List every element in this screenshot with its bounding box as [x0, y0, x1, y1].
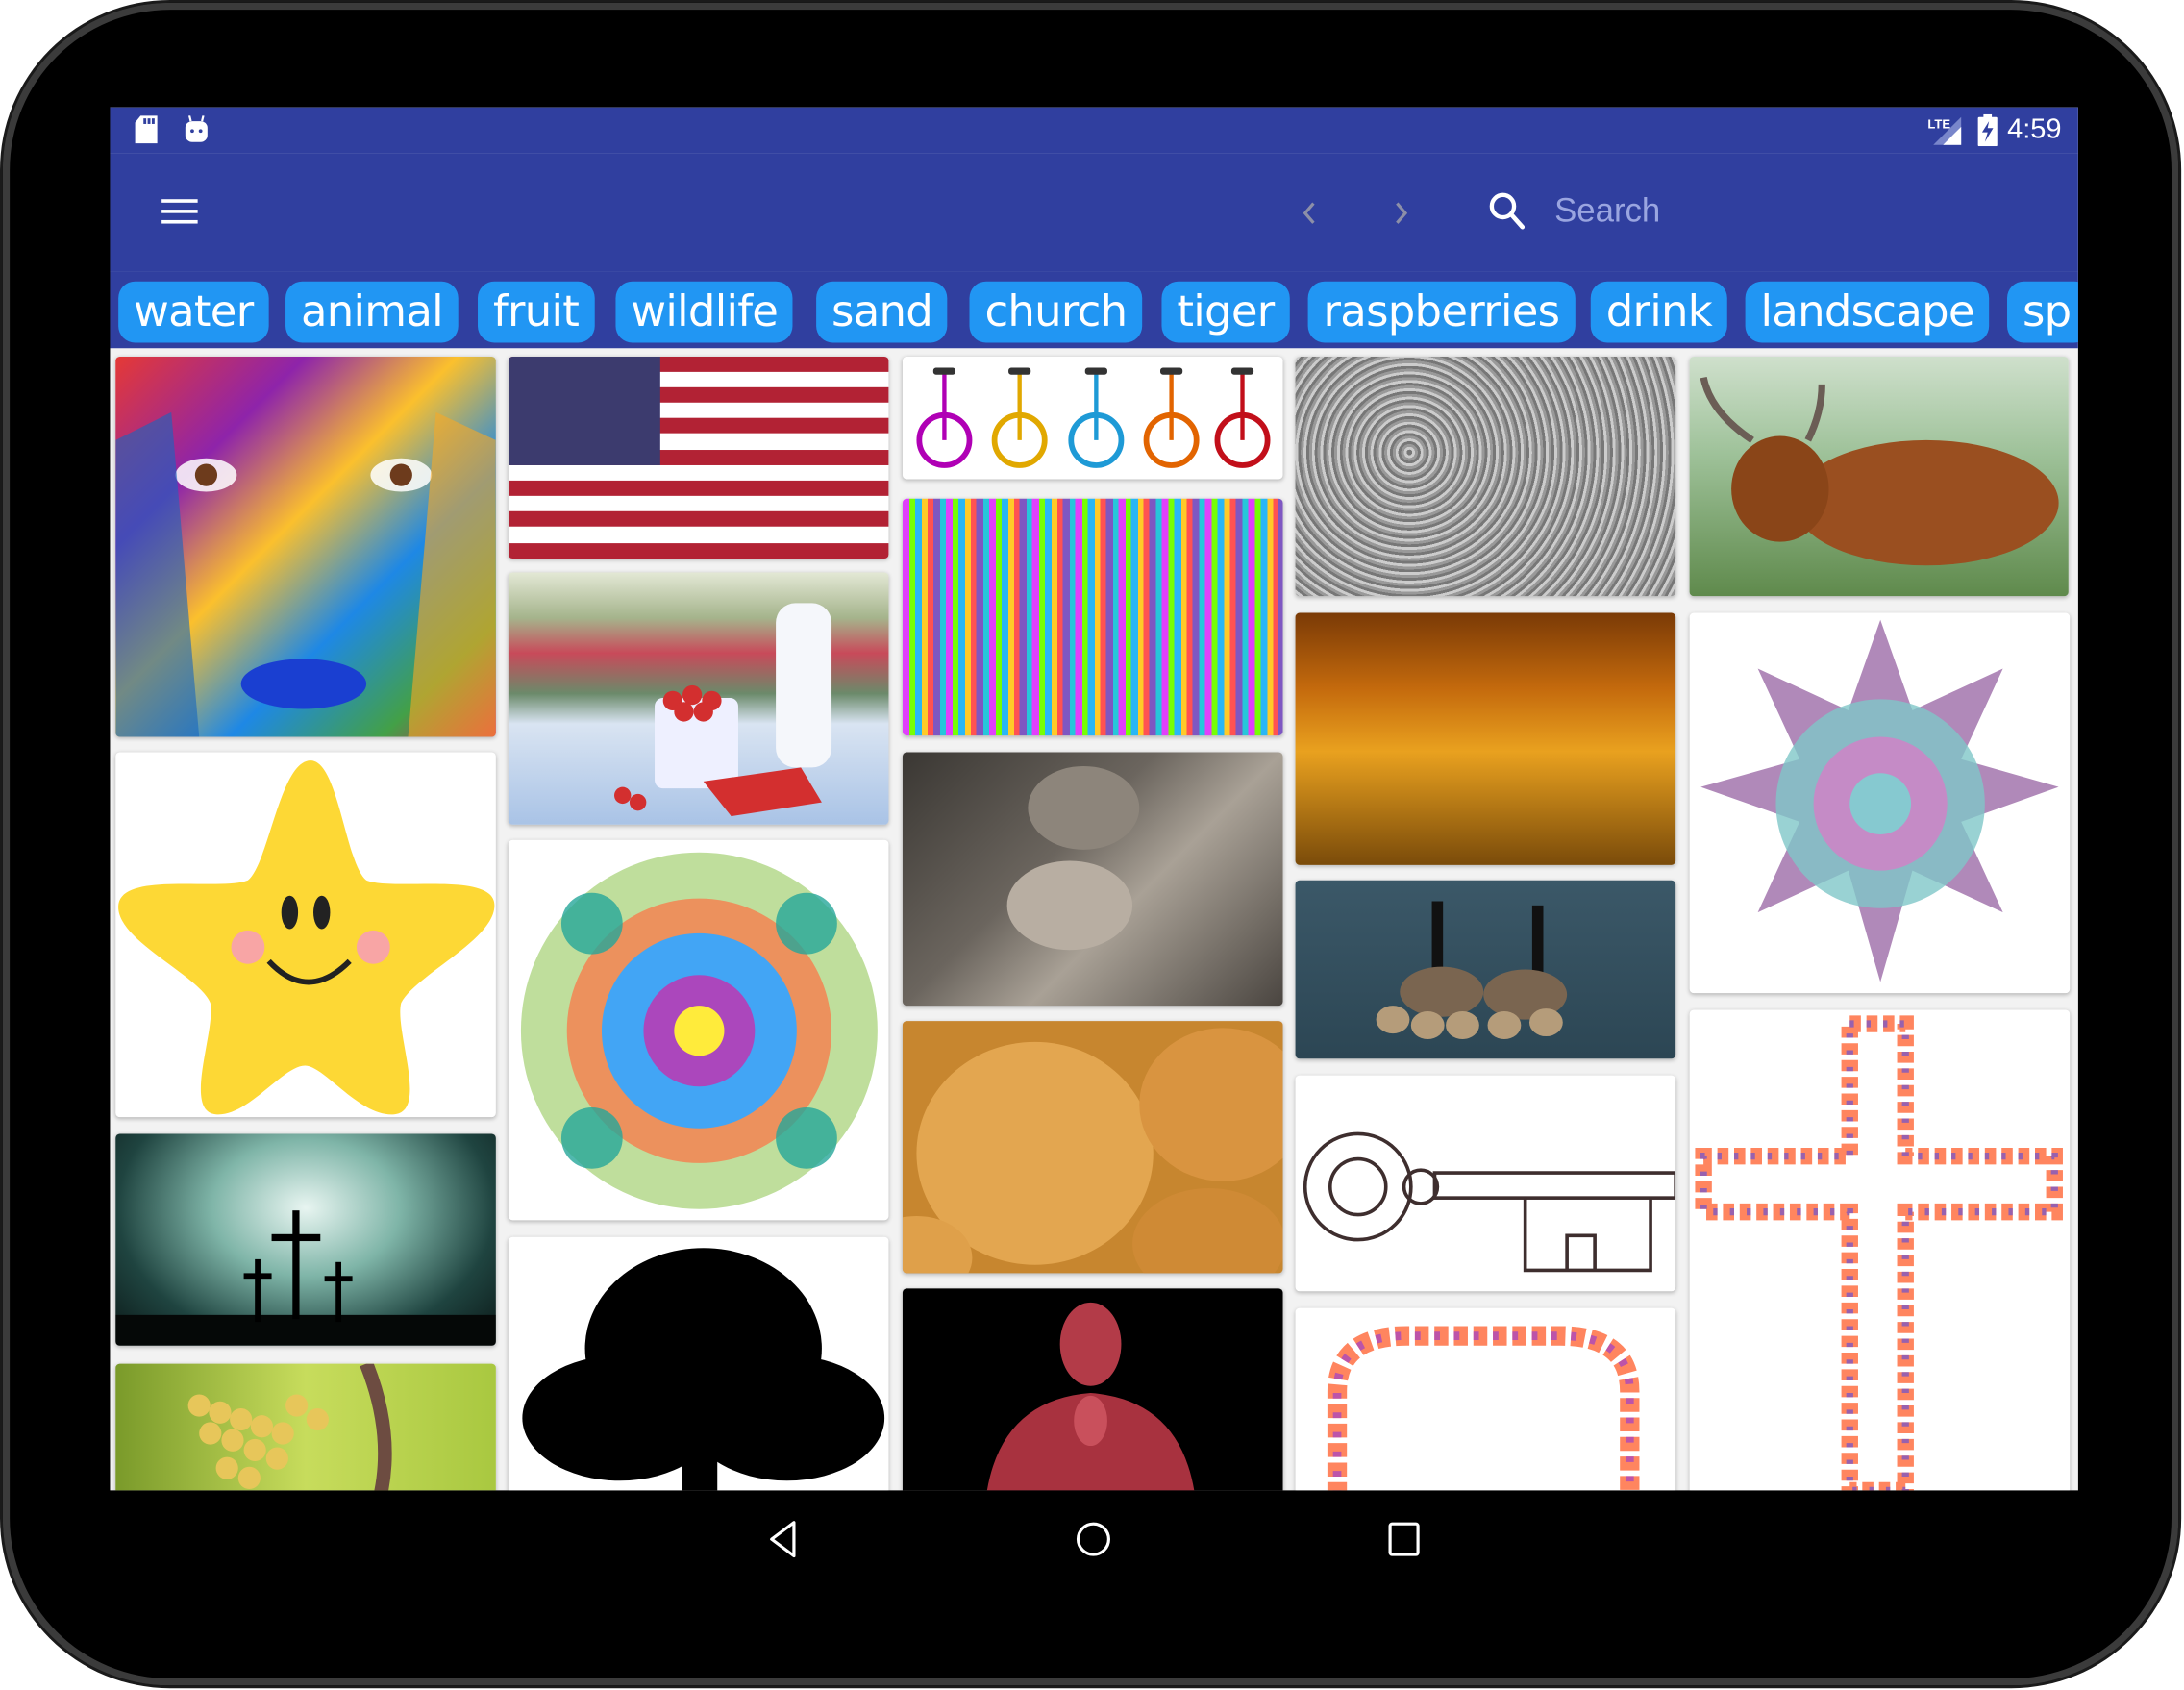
sd-card-icon: [135, 115, 158, 150]
nav-home-button[interactable]: [1057, 1510, 1129, 1569]
app-toolbar: Search: [110, 153, 2078, 272]
chip-church[interactable]: church: [969, 281, 1143, 343]
nav-recents-icon: [1388, 1522, 1420, 1556]
battery-charging-icon: [1977, 113, 1998, 154]
bread-rolls-photo[interactable]: [902, 1021, 1283, 1274]
clock: 4:59: [2007, 113, 2062, 145]
back-button[interactable]: [1288, 189, 1329, 236]
chevron-left-icon: [1303, 202, 1315, 224]
search-placeholder[interactable]: Search: [1554, 192, 1660, 232]
chip-landscape[interactable]: landscape: [1745, 281, 1990, 343]
golden-grass-photo[interactable]: [1295, 612, 1676, 865]
floral-arch-clipart[interactable]: [1295, 1307, 1676, 1491]
nav-back-icon: [770, 1521, 796, 1558]
lte-signal-icon: LTE: [1927, 115, 1964, 153]
image-grid[interactable]: [110, 351, 2077, 1491]
geese-photo[interactable]: [1295, 880, 1676, 1059]
chip-water[interactable]: water: [118, 281, 269, 343]
statue-kiss-photo[interactable]: [902, 752, 1283, 1007]
chip-drink[interactable]: drink: [1590, 281, 1727, 343]
menu-button[interactable]: [152, 184, 208, 239]
gray-texture-image[interactable]: [1295, 356, 1676, 597]
chip-animal[interactable]: animal: [285, 281, 459, 343]
unicycles-clipart[interactable]: [902, 356, 1283, 480]
chip-wildlife[interactable]: wildlife: [615, 281, 794, 343]
tree-silhouette-image[interactable]: [508, 1236, 889, 1491]
painted-face-photo[interactable]: [115, 356, 496, 737]
chip-sand[interactable]: sand: [816, 281, 949, 343]
grapes-photo[interactable]: [115, 1363, 496, 1491]
chip-tiger[interactable]: tiger: [1161, 281, 1290, 343]
chevron-right-icon: [1396, 202, 1408, 224]
three-crosses-photo[interactable]: [115, 1133, 496, 1346]
chip-partial[interactable]: sp: [2007, 281, 2078, 343]
search-icon: [1488, 191, 1527, 240]
nav-recents-button[interactable]: [1368, 1510, 1440, 1569]
smiling-star-clipart[interactable]: [115, 752, 496, 1118]
mandala-star-image[interactable]: [1689, 612, 2071, 994]
svg-text:LTE: LTE: [1927, 116, 1950, 131]
cherry-tomatoes-milk-photo[interactable]: [508, 572, 889, 825]
ornate-key-clipart[interactable]: [1295, 1075, 1676, 1292]
highland-cow-photo[interactable]: [1689, 356, 2069, 597]
colorful-pattern-image[interactable]: [902, 498, 1283, 736]
nav-home-icon: [1076, 1522, 1110, 1556]
psychedelic-mandala-image[interactable]: [508, 839, 889, 1221]
system-nav-bar: [110, 1490, 2078, 1588]
floral-cross-clipart[interactable]: [1689, 1009, 2071, 1491]
chip-fruit[interactable]: fruit: [478, 281, 595, 343]
android-debug-icon: [185, 115, 208, 150]
chip-raspberries[interactable]: raspberries: [1307, 281, 1576, 343]
nav-back-button[interactable]: [747, 1510, 819, 1569]
tag-chips-row[interactable]: water animal fruit wildlife sand church …: [110, 271, 2078, 349]
praying-figure-photo[interactable]: [902, 1288, 1283, 1491]
hamburger-menu-icon: [161, 199, 198, 224]
forward-button[interactable]: [1380, 189, 1422, 236]
status-bar: LTE 4:59: [110, 107, 2078, 154]
screen: LTE 4:59 Search water animal fruit wildl…: [110, 107, 2078, 1491]
us-flag-image[interactable]: [508, 356, 889, 559]
